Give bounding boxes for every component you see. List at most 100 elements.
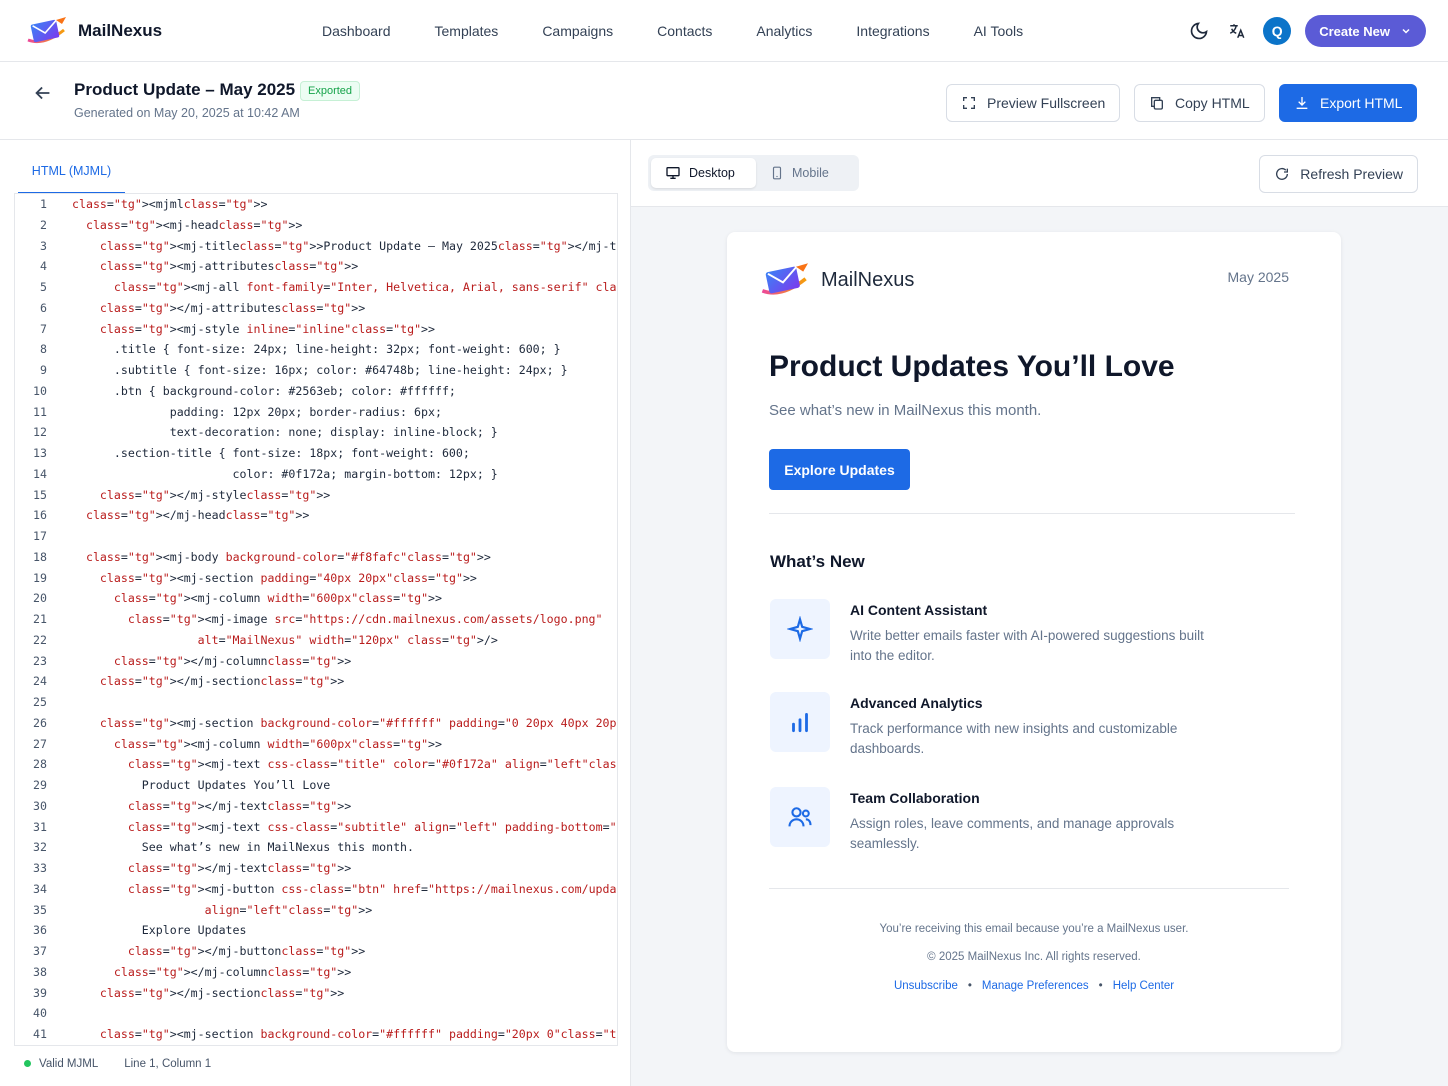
code-line[interactable]: 8 .title { font-size: 24px; line-height:… bbox=[15, 339, 617, 360]
code-line[interactable]: 18 class="tg"><mj-body background-color=… bbox=[15, 547, 617, 568]
refresh-preview-label: Refresh Preview bbox=[1300, 166, 1403, 182]
code-text: Product Updates You’ll Love bbox=[72, 778, 331, 792]
code-line[interactable]: 22 alt="MailNexus" width="120px" class="… bbox=[15, 630, 617, 651]
code-text: .subtitle { font-size: 16px; color: #647… bbox=[72, 363, 568, 377]
code-line[interactable]: 4 class="tg"><mj-attributesclass="tg">> bbox=[15, 256, 617, 277]
dark-mode-moon-icon[interactable] bbox=[1187, 19, 1211, 43]
code-text: class="tg"></mj-columnclass="tg">> bbox=[113, 964, 352, 979]
line-number: 3 bbox=[40, 238, 47, 253]
code-line[interactable]: 1 class="tg"><mjmlclass="tg">> bbox=[15, 194, 617, 215]
back-arrow-icon[interactable] bbox=[32, 82, 56, 106]
cursor-position: Line 1, Column 1 bbox=[124, 1057, 212, 1070]
nav-campaigns[interactable]: Campaigns bbox=[542, 23, 613, 39]
refresh-preview-button[interactable]: Refresh Preview bbox=[1259, 155, 1418, 193]
code-line[interactable]: 40 bbox=[15, 1003, 617, 1024]
code-editor[interactable]: 1 class="tg"><mjmlclass="tg">> 2 class="tg… bbox=[14, 193, 618, 1071]
unsubscribe-link[interactable]: Unsubscribe bbox=[894, 980, 958, 992]
nav-templates[interactable]: Templates bbox=[435, 23, 499, 39]
explore-updates-button[interactable]: Explore Updates bbox=[769, 449, 910, 490]
line-number: 14 bbox=[33, 466, 47, 481]
line-number: 36 bbox=[33, 923, 47, 938]
help-center-link[interactable]: Help Center bbox=[1113, 980, 1174, 992]
code-text: class="tg"><mj-button css-class="btn" hr… bbox=[127, 881, 617, 896]
nav-integrations[interactable]: Integrations bbox=[856, 23, 929, 39]
nav-contacts[interactable]: Contacts bbox=[657, 23, 712, 39]
app-logo[interactable]: MailNexus bbox=[24, 16, 162, 46]
code-text: class="tg"></mj-styleclass="tg">> bbox=[99, 487, 331, 502]
code-line[interactable]: 33 class="tg"></mj-textclass="tg">> bbox=[15, 858, 617, 879]
code-line[interactable]: 24 class="tg"></mj-sectionclass="tg">> bbox=[15, 671, 617, 692]
code-line[interactable]: 25 bbox=[15, 692, 617, 713]
code-line[interactable]: 30 class="tg"></mj-textclass="tg">> bbox=[15, 796, 617, 817]
code-line[interactable]: 16 class="tg"></mj-headclass="tg">> bbox=[15, 505, 617, 526]
manage-preferences-link[interactable]: Manage Preferences bbox=[982, 980, 1089, 992]
preview-fullscreen-button[interactable]: Preview Fullscreen bbox=[946, 84, 1121, 122]
code-text: class="tg"><mj-text css-class="subtitle"… bbox=[127, 819, 617, 834]
translate-icon[interactable] bbox=[1225, 19, 1249, 43]
line-number: 2 bbox=[40, 217, 47, 232]
code-text: color: #0f172a; margin-bottom: 12px; } bbox=[72, 466, 498, 481]
line-number: 15 bbox=[33, 487, 47, 502]
code-line[interactable]: 28 class="tg"><mj-text css-class="title"… bbox=[15, 754, 617, 775]
desktop-label: Desktop bbox=[689, 166, 735, 180]
code-line[interactable]: 6 class="tg"></mj-attributesclass="tg">> bbox=[15, 298, 617, 319]
code-line[interactable]: 38 class="tg"></mj-columnclass="tg">> bbox=[15, 962, 617, 983]
code-line[interactable]: 37 class="tg"></mj-buttonclass="tg">> bbox=[15, 941, 617, 962]
create-new-button[interactable]: Create New bbox=[1305, 15, 1426, 47]
page-header: Product Update – May 2025 Exported Gener… bbox=[0, 62, 1448, 140]
status-badge: Exported bbox=[300, 81, 361, 101]
code-line[interactable]: 15 class="tg"></mj-styleclass="tg">> bbox=[15, 485, 617, 506]
line-number: 31 bbox=[33, 819, 47, 834]
code-line[interactable]: 19 class="tg"><mj-section padding="40px … bbox=[15, 568, 617, 589]
code-line[interactable]: 13 .section-title { font-size: 18px; fon… bbox=[15, 443, 617, 464]
code-line[interactable]: 35 align="left"class="tg">> bbox=[15, 900, 617, 921]
separator: • bbox=[967, 980, 972, 992]
nav-dashboard[interactable]: Dashboard bbox=[322, 23, 391, 39]
line-number: 37 bbox=[33, 944, 47, 958]
code-line[interactable]: 9 .subtitle { font-size: 16px; color: #6… bbox=[15, 360, 617, 381]
code-line[interactable]: 39 class="tg"></mj-sectionclass="tg">> bbox=[15, 983, 617, 1004]
code-line[interactable]: 23 class="tg"></mj-columnclass="tg">> bbox=[15, 651, 617, 672]
mobile-toggle[interactable]: Mobile bbox=[756, 158, 843, 188]
code-line[interactable]: 36 Explore Updates bbox=[15, 920, 617, 941]
code-line[interactable]: 5 class="tg"><mj-all font-family="Inter,… bbox=[15, 277, 617, 298]
code-line[interactable]: 20 class="tg"><mj-column width="600px"cl… bbox=[15, 588, 617, 609]
code-line[interactable]: 26 class="tg"><mj-section background-col… bbox=[15, 713, 617, 734]
code-line[interactable]: 17 bbox=[15, 526, 617, 547]
copy-html-button[interactable]: Copy HTML bbox=[1134, 84, 1265, 122]
code-line[interactable]: 10 .btn { background-color: #2563eb; col… bbox=[15, 381, 617, 402]
export-html-button[interactable]: Export HTML bbox=[1279, 84, 1418, 122]
code-text: class="tg"><mj-all font-family="Inter, H… bbox=[113, 280, 617, 294]
feature-description: Write better emails faster with AI-power… bbox=[850, 628, 1204, 663]
line-number: 19 bbox=[33, 570, 47, 585]
code-line[interactable]: 7 class="tg"><mj-style inline="inline"cl… bbox=[15, 319, 617, 340]
code-line[interactable]: 27 class="tg"><mj-column width="600px"cl… bbox=[15, 734, 617, 755]
email-subhead: See what’s new in MailNexus this month. bbox=[769, 402, 1042, 419]
nav-ai-tools[interactable]: AI Tools bbox=[974, 23, 1024, 39]
line-number: 35 bbox=[33, 902, 47, 917]
code-line[interactable]: 29 Product Updates You’ll Love bbox=[15, 775, 617, 796]
divider bbox=[769, 888, 1289, 889]
fullscreen-icon bbox=[963, 97, 975, 109]
code-text: class="tg"></mj-buttonclass="tg">> bbox=[127, 944, 366, 958]
code-text: class="tg"></mj-sectionclass="tg">> bbox=[99, 674, 345, 689]
code-line[interactable]: 3 class="tg"><mj-titleclass="tg">>Produc… bbox=[15, 236, 617, 257]
code-line[interactable]: 21 class="tg"><mj-image src="https://cdn… bbox=[15, 609, 617, 630]
code-line[interactable]: 32 See what’s new in MailNexus this mont… bbox=[15, 837, 617, 858]
code-line[interactable]: 41 class="tg"><mj-section background-col… bbox=[15, 1024, 617, 1045]
whats-new-title: What’s New bbox=[770, 552, 865, 571]
code-line[interactable]: 31 class="tg"><mj-text css-class="subtit… bbox=[15, 817, 617, 838]
user-avatar[interactable]: Q bbox=[1263, 17, 1292, 45]
code-text: text-decoration: none; display: inline-b… bbox=[72, 425, 498, 440]
line-number: 5 bbox=[40, 280, 47, 294]
tab-html-mjml[interactable]: HTML (MJML) bbox=[18, 150, 125, 194]
code-line[interactable]: 34 class="tg"><mj-button css-class="btn"… bbox=[15, 879, 617, 900]
desktop-toggle[interactable]: Desktop bbox=[651, 158, 756, 188]
code-line[interactable]: 12 text-decoration: none; display: inlin… bbox=[15, 422, 617, 443]
mailnexus-logo-icon bbox=[761, 263, 808, 295]
code-text: class="tg"><mj-image src="https://cdn.ma… bbox=[127, 612, 603, 626]
code-line[interactable]: 11 padding: 12px 20px; border-radius: 6p… bbox=[15, 402, 617, 423]
code-line[interactable]: 14 color: #0f172a; margin-bottom: 12px; … bbox=[15, 464, 617, 485]
nav-analytics[interactable]: Analytics bbox=[756, 23, 812, 39]
code-line[interactable]: 2 class="tg"><mj-headclass="tg">> bbox=[15, 215, 617, 236]
